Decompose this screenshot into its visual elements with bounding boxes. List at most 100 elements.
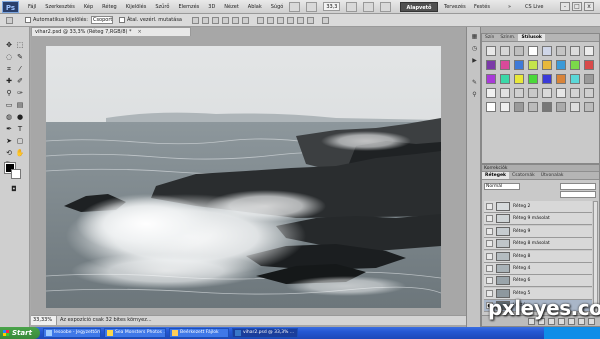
move-tool-icon[interactable]: ✥ (4, 41, 14, 50)
pen-tool-icon[interactable]: ✒ (4, 125, 14, 134)
menu-window[interactable]: Ablak (248, 4, 262, 10)
style-swatch[interactable] (556, 102, 566, 112)
style-swatch[interactable] (486, 74, 496, 84)
hand-tool-icon[interactable]: ✋ (15, 149, 25, 158)
auto-select-checkbox[interactable] (25, 17, 31, 23)
layer-row[interactable]: Réteg 2 (484, 201, 592, 213)
taskbar-task[interactable]: lesoobe - Jegyzettömb (43, 328, 101, 338)
style-swatch[interactable] (570, 74, 580, 84)
style-swatch[interactable] (542, 88, 552, 98)
menu-image[interactable]: Kép (84, 4, 93, 10)
auto-align-icon[interactable] (322, 16, 329, 24)
style-swatch[interactable] (500, 46, 510, 56)
align-top-icon[interactable] (192, 16, 199, 24)
style-swatch[interactable] (528, 46, 538, 56)
style-swatch[interactable] (584, 102, 594, 112)
style-swatch[interactable] (556, 60, 566, 70)
style-swatch[interactable] (584, 46, 594, 56)
maximize-button[interactable]: □ (572, 2, 582, 11)
style-swatch[interactable] (542, 102, 552, 112)
style-swatch[interactable] (556, 88, 566, 98)
actions-panel-icon[interactable]: ▶ (470, 57, 479, 65)
opacity-field[interactable] (560, 183, 596, 190)
menu-edit[interactable]: Szerkesztés (45, 4, 75, 10)
align-vcenter-icon[interactable] (202, 16, 209, 24)
clone-stamp-tool-icon[interactable]: ⚲ (4, 89, 14, 98)
style-swatch[interactable] (570, 102, 580, 112)
style-swatch[interactable] (486, 46, 496, 56)
type-tool-icon[interactable]: T (15, 125, 25, 134)
blend-mode-dropdown[interactable]: Normál (484, 183, 520, 190)
eye-icon[interactable] (486, 265, 493, 272)
style-swatch[interactable] (514, 74, 524, 84)
move-tool-preset-icon[interactable] (6, 16, 13, 24)
eye-icon[interactable] (486, 215, 493, 223)
layer-row[interactable]: Réteg 8 (484, 250, 592, 263)
cs-live-button[interactable]: CS Live (525, 2, 543, 12)
tab-close-icon[interactable]: × (138, 29, 142, 35)
bridge-icon[interactable] (289, 1, 301, 12)
brush-tool-icon[interactable]: ✐ (15, 77, 25, 86)
document-canvas[interactable] (46, 46, 441, 308)
tab-channels[interactable]: Csatornák (509, 172, 538, 179)
brush-presets-icon[interactable]: ✎ (470, 79, 479, 87)
style-swatch[interactable] (486, 102, 496, 112)
align-left-icon[interactable] (222, 16, 229, 24)
layer-row[interactable]: Réteg 9 másolat (484, 213, 592, 226)
style-swatch[interactable] (542, 60, 552, 70)
style-swatch[interactable] (584, 74, 594, 84)
menu-3d[interactable]: 3D (208, 4, 215, 10)
style-swatch[interactable] (528, 60, 538, 70)
style-swatch[interactable] (584, 88, 594, 98)
adjustments-panel-header[interactable]: Korrekciók (482, 165, 599, 172)
mini-bridge-icon[interactable]: ▦ (470, 33, 479, 41)
style-swatch[interactable] (514, 102, 524, 112)
zoom-level-dropdown[interactable]: 33,3 (323, 2, 341, 11)
menu-analysis[interactable]: Elemzés (178, 4, 199, 10)
align-right-icon[interactable] (242, 16, 249, 24)
tab-layers[interactable]: Rétegek (482, 172, 509, 179)
align-hcenter-icon[interactable] (232, 16, 239, 24)
menu-select[interactable]: Kijelölés (126, 4, 147, 10)
lasso-tool-icon[interactable]: ◌ (4, 53, 14, 62)
style-swatch[interactable] (514, 46, 524, 56)
close-button[interactable]: x (584, 2, 594, 11)
distribute-hcenter-icon[interactable] (297, 16, 304, 24)
dodge-tool-icon[interactable]: ● (15, 113, 25, 122)
tab-paths[interactable]: Útvonalak (538, 172, 567, 179)
menu-view[interactable]: Nézet (224, 4, 238, 10)
style-swatch[interactable] (556, 74, 566, 84)
tab-swatches[interactable]: Színm. (497, 34, 518, 41)
document-tab[interactable]: vihar2.psd @ 33,3% (Réteg 7,RGB/8) * × (31, 27, 191, 36)
taskbar-task[interactable]: Sea Monsters Photos ... (104, 328, 166, 338)
show-transform-checkbox[interactable] (118, 17, 125, 23)
quick-select-tool-icon[interactable]: ✎ (15, 53, 25, 62)
distribute-right-icon[interactable] (307, 16, 314, 24)
menu-help[interactable]: Súgó (271, 4, 284, 10)
style-swatch[interactable] (528, 88, 538, 98)
tab-color[interactable]: Szín (482, 34, 497, 41)
workspace-essentials-button[interactable]: Alapvető (400, 2, 438, 12)
history-panel-icon[interactable]: ◷ (470, 45, 479, 53)
style-swatch[interactable] (570, 60, 580, 70)
layer-row[interactable]: Réteg 6 (484, 275, 592, 288)
style-swatch[interactable] (528, 102, 538, 112)
clone-source-icon[interactable]: ⚲ (470, 91, 479, 99)
style-swatch[interactable] (500, 74, 510, 84)
marquee-tool-icon[interactable]: ⬚ (15, 41, 25, 50)
menu-file[interactable]: Fájl (28, 4, 36, 10)
taskbar-task[interactable]: vihar2.psd @ 33,3% ... (232, 328, 298, 338)
shape-tool-icon[interactable]: ▢ (15, 137, 25, 146)
workspace-painting-button[interactable]: Festés (474, 2, 490, 12)
style-swatch[interactable] (500, 102, 510, 112)
taskbar-task[interactable]: Beérkezett Fájlok (169, 328, 229, 338)
style-swatch[interactable] (542, 46, 552, 56)
blur-tool-icon[interactable]: ◍ (4, 113, 14, 122)
path-select-tool-icon[interactable]: ➤ (4, 137, 14, 146)
workspace-more-icon[interactable]: » (508, 2, 511, 12)
gradient-tool-icon[interactable]: ▤ (15, 101, 25, 110)
style-swatch[interactable] (584, 60, 594, 70)
menu-layer[interactable]: Réteg (102, 4, 117, 10)
style-swatch[interactable] (570, 46, 580, 56)
tab-styles[interactable]: Stílusok (518, 34, 545, 41)
